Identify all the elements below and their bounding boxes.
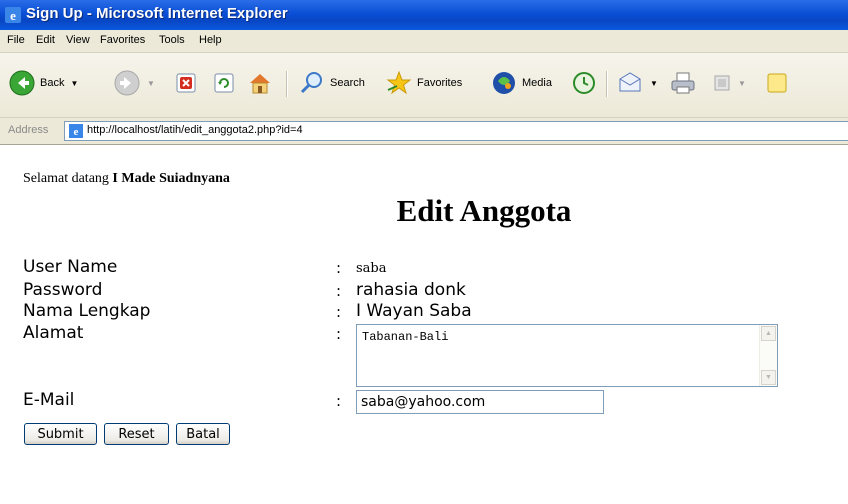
home-button[interactable]: [246, 67, 274, 99]
media-button[interactable]: Media: [490, 67, 552, 99]
toolbar-separator: [286, 71, 288, 97]
password-colon: :: [336, 282, 342, 300]
back-button[interactable]: Back ▼: [8, 67, 78, 99]
scroll-up-icon[interactable]: ▲: [761, 326, 776, 341]
toolbar-separator: [606, 71, 608, 97]
cancel-button[interactable]: Batal: [176, 423, 230, 445]
email-label: E-Mail: [23, 390, 75, 410]
fullname-value: I Wayan Saba: [356, 301, 472, 321]
history-button[interactable]: [571, 67, 597, 99]
menu-favorites[interactable]: Favorites: [100, 34, 145, 46]
page-content: Selamat datang I Made Suiadnyana Edit An…: [0, 145, 848, 504]
welcome-user-name: I Made Suiadnyana: [112, 171, 230, 186]
username-label: User Name: [23, 257, 118, 277]
address-field-label: Alamat: [23, 323, 84, 343]
welcome-message: Selamat datang I Made Suiadnyana: [23, 171, 230, 187]
printer-icon: [671, 72, 695, 94]
username-colon: :: [336, 259, 342, 277]
refresh-icon: [214, 73, 234, 93]
menu-view[interactable]: View: [66, 34, 90, 46]
address-field[interactable]: e http://localhost/latih/edit_anggota2.p…: [64, 121, 848, 141]
password-value: rahasia donk: [356, 280, 466, 300]
search-icon: [300, 72, 322, 94]
reset-button[interactable]: Reset: [104, 423, 169, 445]
welcome-prefix: Selamat datang: [23, 171, 109, 186]
submit-button[interactable]: Submit: [24, 423, 97, 445]
back-arrow-icon: [9, 70, 35, 96]
edit-dropdown-icon[interactable]: ▼: [738, 79, 746, 88]
window-title: Sign Up - Microsoft Internet Explorer: [26, 5, 288, 22]
stop-button[interactable]: [175, 67, 197, 99]
svg-text:e: e: [74, 126, 79, 138]
mail-button[interactable]: ▼: [616, 67, 658, 99]
page-title: Edit Anggota: [396, 193, 572, 228]
back-label: Back: [40, 77, 65, 89]
edit-button[interactable]: ▼: [712, 67, 746, 99]
internet-explorer-icon: e: [5, 7, 21, 23]
back-dropdown-icon[interactable]: ▼: [70, 79, 78, 88]
note-icon: [767, 73, 787, 93]
address-bar: Address e http://localhost/latih/edit_an…: [0, 118, 848, 145]
favorites-button[interactable]: Favorites: [385, 67, 462, 99]
address-colon: :: [336, 325, 342, 343]
home-icon: [250, 74, 270, 94]
email-colon: :: [336, 392, 342, 410]
address-textarea[interactable]: Tabanan-Bali ▲ ▼: [356, 324, 778, 387]
password-label: Password: [23, 280, 103, 300]
print-button[interactable]: [669, 67, 697, 99]
stop-icon: [176, 73, 196, 93]
refresh-button[interactable]: [213, 67, 235, 99]
textarea-scrollbar[interactable]: ▲ ▼: [759, 325, 777, 386]
forward-button[interactable]: ▼: [113, 67, 155, 99]
mail-icon: [619, 72, 641, 92]
mail-dropdown-icon[interactable]: ▼: [650, 79, 658, 88]
media-icon: [493, 72, 515, 94]
search-label: Search: [330, 77, 365, 89]
menu-tools[interactable]: Tools: [159, 34, 185, 46]
history-icon: [573, 72, 595, 94]
address-url: http://localhost/latih/edit_anggota2.php…: [87, 124, 303, 136]
menu-edit[interactable]: Edit: [36, 34, 55, 46]
email-value: saba@yahoo.com: [361, 394, 486, 410]
forward-dropdown-icon[interactable]: ▼: [147, 79, 155, 88]
address-textarea-value: Tabanan-Bali: [362, 330, 449, 344]
window-titlebar[interactable]: e Sign Up - Microsoft Internet Explorer: [0, 0, 848, 30]
search-button[interactable]: Search: [298, 67, 365, 99]
edit-icon: [714, 75, 730, 91]
fullname-label: Nama Lengkap: [23, 301, 151, 321]
messenger-button[interactable]: [764, 67, 790, 99]
favorites-label: Favorites: [417, 77, 463, 89]
scroll-down-icon[interactable]: ▼: [761, 370, 776, 385]
page-icon: e: [69, 124, 83, 138]
menu-bar: File Edit View Favorites Tools Help: [0, 30, 848, 53]
username-value: saba: [356, 261, 387, 276]
email-field[interactable]: saba@yahoo.com: [356, 390, 604, 414]
svg-text:e: e: [10, 8, 16, 23]
menu-help[interactable]: Help: [199, 34, 222, 46]
media-label: Media: [522, 77, 552, 89]
menu-file[interactable]: File: [7, 34, 25, 46]
forward-arrow-icon: [114, 70, 140, 96]
address-label: Address: [8, 124, 49, 136]
toolbar: Back ▼ ▼ Search Favorites Media ▼ ▼: [0, 53, 848, 118]
star-icon: [386, 70, 412, 95]
fullname-colon: :: [336, 303, 342, 321]
